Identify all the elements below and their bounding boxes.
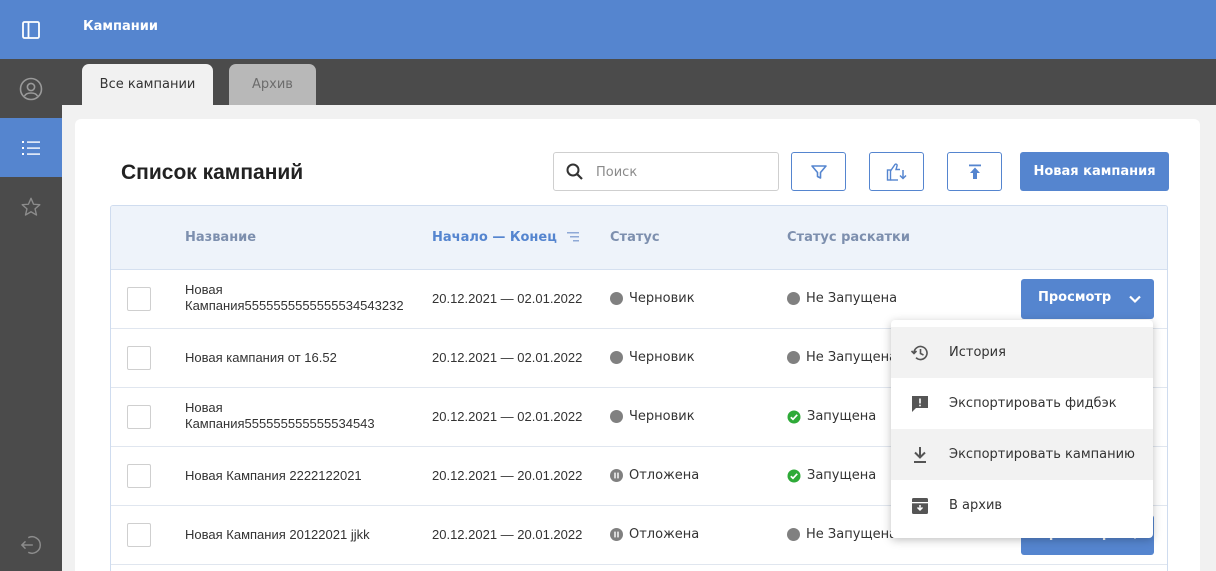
status-label: Черновик (629, 409, 695, 424)
column-header-name: Название (185, 230, 257, 245)
filter-icon (810, 164, 827, 179)
menu-item-label: История (949, 345, 1006, 360)
column-header-rollout: Статус раскатки (787, 230, 910, 245)
row-checkbox[interactable] (127, 523, 151, 547)
menu-item-label: В архив (949, 498, 1003, 513)
actions-dropdown: История Экспортировать фидбэк Экспортиро… (891, 320, 1153, 538)
campaign-name-line: Кампания555555555555534543 (185, 416, 375, 431)
rollout-label: Не Запущена (806, 527, 898, 542)
chevron-down-icon[interactable] (1128, 292, 1142, 306)
campaign-dates: 20.12.2021 — 02.01.2022 (432, 409, 583, 424)
not-started-icon (787, 292, 800, 305)
rollout-status: Запущена (787, 468, 876, 483)
sort-icon[interactable] (566, 230, 580, 244)
app-title: Кампании (83, 19, 158, 34)
tab-all-campaigns[interactable]: Все кампании (82, 64, 213, 105)
tab-archive[interactable]: Архив (229, 64, 316, 105)
status-label: Черновик (629, 291, 695, 306)
feedback-button[interactable] (869, 152, 924, 191)
status-badge: Черновик (610, 291, 695, 306)
status-badge: Черновик (610, 350, 695, 365)
panel-toggle-icon (22, 20, 40, 39)
view-button-label: Просмотр (1038, 290, 1112, 305)
view-button[interactable]: Просмотр (1021, 279, 1154, 319)
new-campaign-button[interactable]: Новая кампания (1020, 152, 1169, 191)
search-box (553, 152, 779, 191)
sidebar (0, 0, 62, 571)
rollout-label: Запущена (807, 468, 877, 483)
check-circle-icon (787, 469, 801, 482)
campaign-dates: 20.12.2021 — 20.01.2022 (432, 527, 583, 542)
page-title: Список кампаний (121, 161, 304, 184)
search-input[interactable] (596, 162, 766, 182)
row-checkbox[interactable] (127, 346, 151, 370)
campaign-name: Новая кампания от 16.52 (185, 350, 337, 365)
row-checkbox[interactable] (127, 287, 151, 311)
menu-item-archive[interactable]: В архив (891, 480, 1153, 531)
rollout-label: Не Запущена (806, 291, 898, 306)
status-label: Отложена (629, 468, 700, 483)
rollout-status: Запущена (787, 409, 876, 424)
rollout-label: Запущена (807, 409, 877, 424)
table-header: Название Начало — Конец Статус Статус ра… (111, 206, 1167, 270)
status-label: Отложена (629, 527, 700, 542)
sidebar-item-campaigns[interactable] (0, 118, 62, 177)
campaign-name-line: Новая (185, 400, 223, 415)
sidebar-item-profile[interactable] (0, 59, 62, 118)
menu-item-label: Экспортировать фидбэк (949, 396, 1117, 411)
menu-item-export-feedback[interactable]: Экспортировать фидбэк (891, 378, 1153, 429)
campaign-dates: 20.12.2021 — 02.01.2022 (432, 350, 583, 365)
campaign-dates: 20.12.2021 — 20.01.2022 (432, 468, 583, 483)
menu-item-history[interactable]: История (891, 327, 1153, 378)
column-header-status: Статус (610, 230, 660, 245)
pause-icon (610, 528, 623, 541)
download-icon (909, 444, 931, 466)
tabs-bar: Все кампании Архив (62, 59, 1216, 105)
rollout-status: Не Запущена (787, 291, 897, 306)
rollout-status: Не Запущена (787, 527, 897, 542)
campaign-name: Новая Кампания555555555555534543 (185, 400, 375, 432)
draft-status-icon (610, 351, 623, 364)
campaign-name-line: Новая (185, 282, 223, 297)
logout-icon (20, 536, 41, 554)
status-badge: Отложена (610, 527, 699, 542)
history-icon (909, 342, 931, 364)
star-icon (21, 197, 41, 216)
rollout-label: Не Запущена (806, 350, 898, 365)
campaign-name: Новая Кампания5555555555555534543232 (185, 282, 404, 314)
check-circle-icon (787, 410, 801, 423)
row-checkbox[interactable] (127, 405, 151, 429)
status-label: Черновик (629, 350, 695, 365)
column-header-dates[interactable]: Начало — Конец (432, 230, 557, 245)
rollout-status: Не Запущена (787, 350, 897, 365)
upload-button[interactable] (947, 152, 1002, 191)
sidebar-item-favorites[interactable] (0, 177, 62, 236)
status-badge: Черновик (610, 409, 695, 424)
list-icon (22, 140, 40, 155)
archive-icon (909, 495, 931, 517)
pause-icon (610, 469, 623, 482)
not-started-icon (787, 528, 800, 541)
campaign-name: Новая Кампания 2222122021 (185, 468, 362, 483)
upload-icon (968, 164, 981, 179)
campaign-name: Новая Кампания 20122021 jjkk (185, 527, 370, 542)
feedback-icon (909, 393, 931, 415)
user-circle-icon (19, 77, 43, 100)
filter-button[interactable] (791, 152, 846, 191)
status-badge: Отложена (610, 468, 699, 483)
row-checkbox[interactable] (127, 464, 151, 488)
not-started-icon (787, 351, 800, 364)
draft-status-icon (610, 292, 623, 305)
campaign-dates: 20.12.2021 — 02.01.2022 (432, 291, 583, 306)
sidebar-toggle[interactable] (0, 0, 62, 59)
draft-status-icon (610, 410, 623, 423)
search-icon (566, 163, 583, 180)
campaign-name-line: Кампания5555555555555534543232 (185, 298, 404, 313)
menu-item-export-campaign[interactable]: Экспортировать кампанию (891, 429, 1153, 480)
logout-button[interactable] (0, 519, 62, 571)
top-bar: Кампании (62, 0, 1216, 59)
thumbs-up-icon (886, 162, 907, 181)
menu-item-label: Экспортировать кампанию (949, 447, 1135, 462)
